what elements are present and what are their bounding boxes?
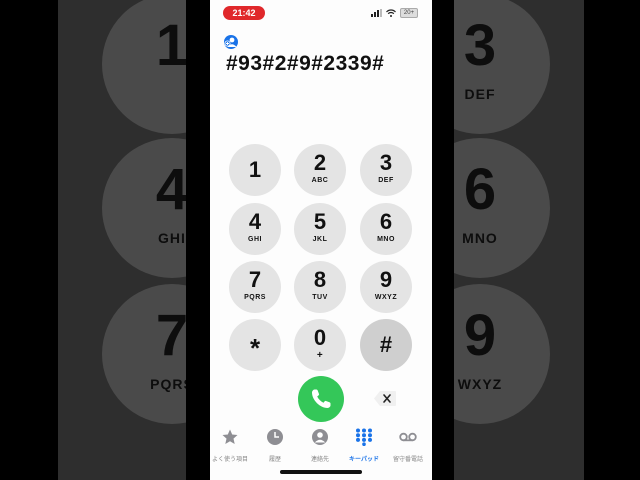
status-time: 21:42 [223,6,265,20]
background-key: 4 GHI [102,138,186,278]
key-6[interactable]: 6 MNO [360,203,412,255]
background-left-band: 1 4 GHI 7 PQRS [58,0,186,480]
voicemail-icon [399,432,417,442]
keypad-icon [356,428,372,446]
key-3[interactable]: 3 DEF [360,144,412,196]
key-0[interactable]: 0 + [294,319,346,371]
dialed-number: #93#2#9#2339# [226,52,385,75]
phone-icon [312,389,331,408]
background-key: 1 [102,0,186,134]
person-icon [312,429,328,445]
wifi-icon [386,9,396,17]
key-4[interactable]: 4 GHI [229,203,281,255]
cellular-signal-icon [371,9,382,17]
background-key: 7 PQRS [102,284,186,424]
key-9[interactable]: 9 WXYZ [360,261,412,313]
phone-screen: 21:42 20+ #93#2#9#2339# 1 2 ABC 3 DEF 4 … [210,0,432,480]
tab-keypad[interactable]: キーパッド [342,428,386,463]
tab-recents[interactable]: 履歴 [253,428,297,463]
call-button[interactable] [298,376,344,422]
key-7[interactable]: 7 PQRS [229,261,281,313]
tab-voicemail[interactable]: 留守番電話 [386,428,430,463]
star-icon [222,429,238,444]
clock-icon [267,429,283,445]
background-right-band: 3 DEF 6 MNO 9 WXYZ [454,0,584,480]
key-star[interactable]: * [229,319,281,371]
tab-bar: よく使う項目 履歴 連絡先 キーパッド 留守番電話 [210,424,432,464]
background-key: 3 DEF [454,0,550,134]
backspace-button[interactable] [373,390,397,407]
key-hash[interactable]: # [360,319,412,371]
home-indicator [280,470,362,474]
battery-icon: 20+ [400,8,418,18]
background-key: 6 MNO [454,138,550,278]
key-8[interactable]: 8 TUV [294,261,346,313]
key-1[interactable]: 1 [229,144,281,196]
add-contact-icon[interactable] [223,34,239,50]
tab-favorites[interactable]: よく使う項目 [210,428,252,463]
tab-contacts[interactable]: 連絡先 [298,428,342,463]
key-5[interactable]: 5 JKL [294,203,346,255]
background-key: 9 WXYZ [454,284,550,424]
key-2[interactable]: 2 ABC [294,144,346,196]
status-icons: 20+ [371,8,418,18]
